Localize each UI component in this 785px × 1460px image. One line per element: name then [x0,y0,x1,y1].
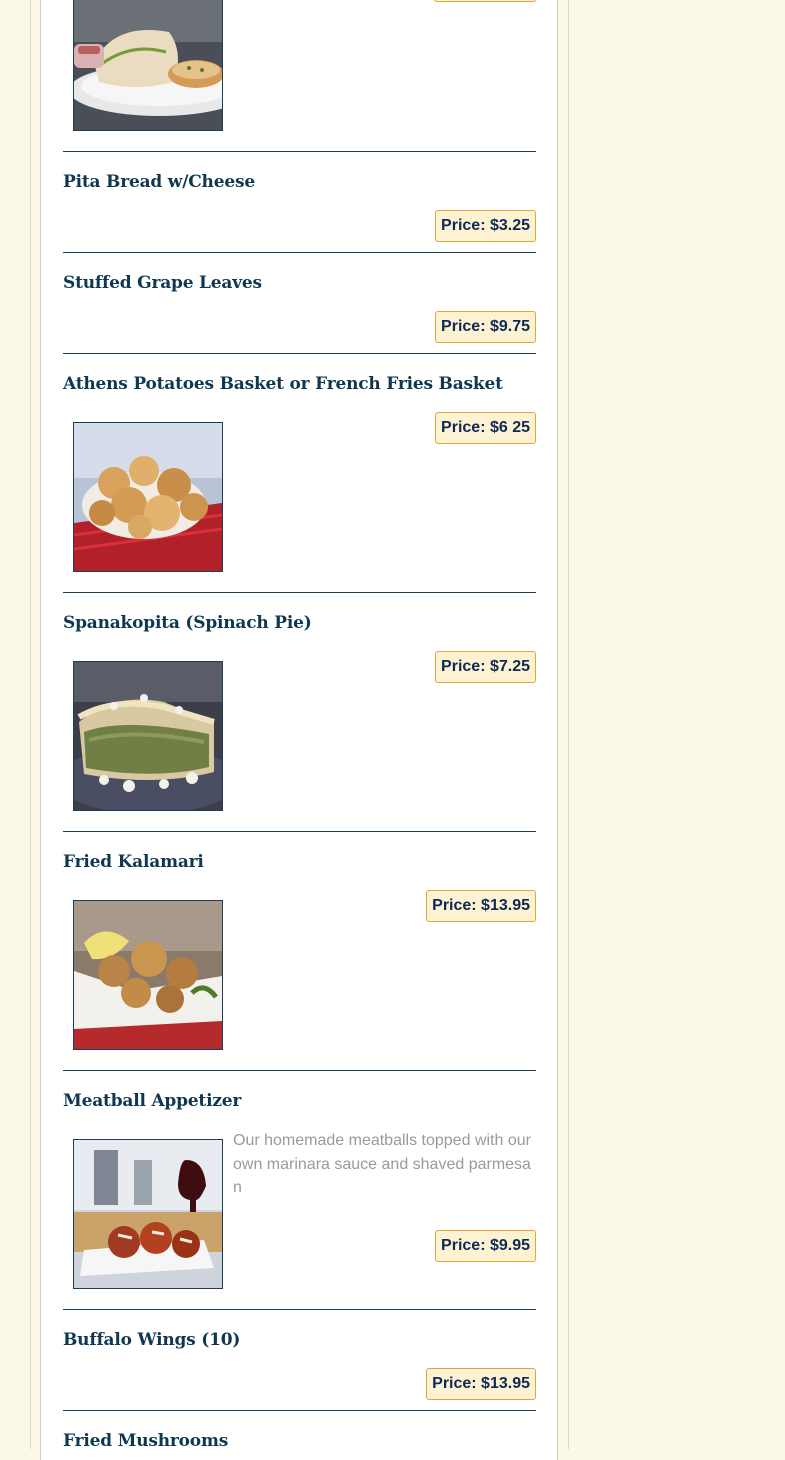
price-badge: Price: $13.95 [426,1368,536,1400]
price-badge: Price: $13.95 [426,890,536,922]
price-badge: Price: $9.95 [435,1230,536,1262]
menu-item: Fried Kalamari Price: $13.95 [63,852,536,1071]
menu-item: Fried Mushrooms [63,1431,536,1449]
page-edge-line-right [568,0,569,1449]
menu-item-title[interactable]: Athens Potatoes Basket or French Fries B… [63,374,503,394]
dish-photo-meatballs[interactable] [73,1139,223,1289]
menu-item-title[interactable]: Spanakopita (Spinach Pie) [63,613,312,633]
page-edge-line-left [30,0,31,1449]
dish-photo-spanakopita[interactable] [73,661,223,811]
menu-item: Meatball Appetizer Our homemade meatball… [63,1091,536,1310]
menu-item: Buffalo Wings (10) Price: $13.95 [63,1330,536,1411]
menu-item-title[interactable]: Buffalo Wings (10) [63,1330,240,1350]
price-badge [434,0,536,2]
price-badge: Price: $3.25 [435,210,536,242]
dish-photo-kalamari[interactable] [73,900,223,1050]
dish-photo-potatoes[interactable] [73,422,223,572]
menu-item [63,0,536,152]
menu-item-title[interactable]: Fried Mushrooms [63,1431,228,1449]
menu-item-title[interactable]: Pita Bread w/Cheese [63,172,255,192]
menu-item: Pita Bread w/Cheese Price: $3.25 [63,172,536,253]
menu-item-title[interactable]: Fried Kalamari [63,852,204,872]
menu-item-title[interactable]: Stuffed Grape Leaves [63,273,262,293]
menu-item-title[interactable]: Meatball Appetizer [63,1091,241,1111]
menu-item-description: Our homemade meatballs topped with our o… [233,1132,531,1196]
price-badge: Price: $7.25 [435,651,536,683]
price-badge: Price: $6 25 [435,412,536,444]
menu-item: Spanakopita (Spinach Pie) Price: $7.25 [63,613,536,832]
menu-item: Stuffed Grape Leaves Price: $9.75 [63,273,536,354]
price-badge: Price: $9.75 [435,311,536,343]
menu-item: Athens Potatoes Basket or French Fries B… [63,374,536,593]
dish-photo-garlic-pita[interactable] [73,0,223,131]
